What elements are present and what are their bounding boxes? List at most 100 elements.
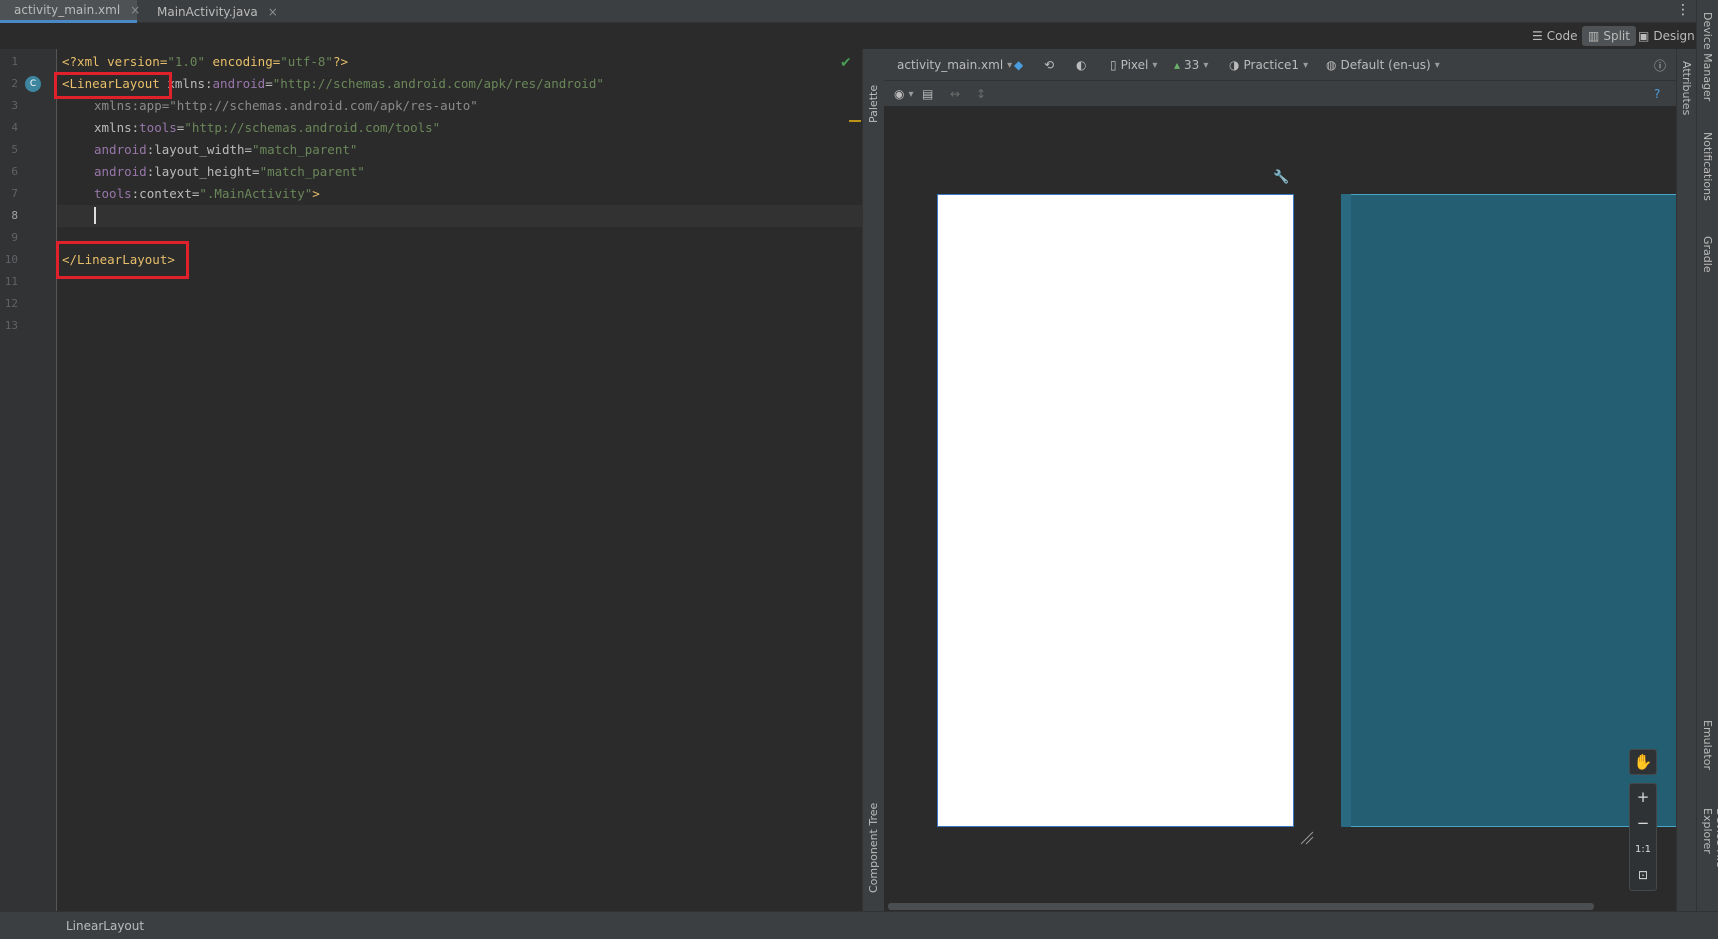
component-tree-tab[interactable]: Component Tree <box>867 793 880 893</box>
code-mode-button[interactable]: ☰ Code <box>1526 26 1584 46</box>
theme-selector[interactable]: ◑ Practice1 ▾ <box>1229 56 1308 74</box>
blueprint-toggle[interactable]: ▤ <box>922 85 933 103</box>
chevron-down-icon: ▾ <box>1203 59 1209 71</box>
vertical-arrows-icon: ↕ <box>976 87 987 101</box>
split-mode-label: Split <box>1603 29 1630 43</box>
code-line-7: tools:context=".MainActivity"> <box>94 186 320 201</box>
theme-icon: ◑ <box>1229 58 1240 72</box>
locale-selector[interactable]: ◍ Default (en-us) ▾ <box>1326 56 1440 74</box>
design-mode-button[interactable]: ▣ Design <box>1632 26 1701 46</box>
design-left-strip: Palette Component Tree <box>862 49 884 911</box>
line-number: 13 <box>4 319 18 332</box>
night-mode-button[interactable]: ◐ <box>1076 56 1086 74</box>
api-label: 33 <box>1184 58 1200 72</box>
close-icon[interactable]: × <box>130 3 140 17</box>
help-icon: ? <box>1654 87 1661 101</box>
close-icon[interactable]: × <box>268 5 278 19</box>
theme-label: Practice1 <box>1243 58 1300 72</box>
pan-button[interactable]: ✋ <box>1629 749 1657 775</box>
gradle-tab[interactable]: Gradle <box>1701 236 1714 286</box>
line-number: 6 <box>11 165 18 178</box>
highlight-box-opening-tag <box>54 72 172 99</box>
device-manager-tab[interactable]: Device Manager <box>1701 12 1714 112</box>
help-button[interactable]: ? <box>1654 85 1660 103</box>
grid-icon: ▤ <box>922 87 934 101</box>
layers-button[interactable]: ◆ <box>1014 56 1023 74</box>
line-number: 12 <box>4 297 18 310</box>
warning-stripe <box>849 120 861 122</box>
chevron-down-icon: ▾ <box>1152 59 1158 71</box>
zoom-one-to-one-button[interactable]: 1:1 <box>1630 836 1656 862</box>
device-file-explorer-tab[interactable]: Device File Explorer <box>1701 808 1718 908</box>
view-mode-bar: ☰ Code ▥ Split ▣ Design <box>0 23 1700 49</box>
line-number: 11 <box>4 275 18 288</box>
view-options-button[interactable]: ◉ ▾ <box>894 85 914 103</box>
line-number: 8 <box>11 209 18 222</box>
design-preview[interactable] <box>937 194 1294 827</box>
line-number: 4 <box>11 121 18 134</box>
more-options-icon[interactable]: ⋮ <box>1676 2 1690 18</box>
breadcrumb[interactable]: LinearLayout <box>66 919 144 933</box>
layers-icon: ◆ <box>1014 58 1024 72</box>
class-gutter-icon[interactable]: C <box>25 76 41 92</box>
tab-mainactivity-java[interactable]: MainActivity.java × <box>143 0 283 23</box>
design-toolbar: activity_main.xml ▾ ◆ ⟲ ◐ ▯ Pixel ▾ ▴ 33 ▾ ◑ P… <box>884 49 1676 81</box>
code-line-5: android:layout_width="match_parent" <box>94 142 358 157</box>
status-bar: LinearLayout <box>0 911 1718 939</box>
split-icon: ▥ <box>1588 29 1600 43</box>
resize-handle-icon[interactable] <box>1299 830 1315 846</box>
api-selector[interactable]: ▴ 33 ▾ <box>1174 56 1208 74</box>
editor-tab-bar: activity_main.xml × MainActivity.java × … <box>0 0 1718 23</box>
line-gutter <box>0 49 57 911</box>
phone-icon: ▯ <box>1110 58 1117 72</box>
locale-label: Default (en-us) <box>1340 58 1431 72</box>
design-sub-toolbar: ◉ ▾ ▤ ↔ ↕ ? <box>884 81 1676 107</box>
issues-button[interactable]: ⓘ <box>1654 56 1666 74</box>
chevron-down-icon: ▾ <box>1434 59 1440 71</box>
vertical-constraint-button[interactable]: ↕ <box>976 85 986 103</box>
current-line-highlight <box>57 205 862 227</box>
line-number: 2 <box>11 77 18 90</box>
zoom-group: + − 1:1 ⊡ <box>1629 783 1657 891</box>
moon-icon: ◐ <box>1076 58 1087 72</box>
tool-window-strip: Device Manager Notifications Gradle Emul… <box>1696 0 1718 911</box>
blueprint-edge <box>1341 194 1351 827</box>
globe-icon: ◍ <box>1326 58 1337 72</box>
zoom-to-fit-button[interactable]: ⊡ <box>1630 862 1656 888</box>
tab-label: MainActivity.java <box>157 4 258 19</box>
text-cursor <box>94 207 96 224</box>
notifications-tab[interactable]: Notifications <box>1701 132 1714 212</box>
file-selector-label: activity_main.xml <box>897 58 1004 72</box>
image-icon: ▣ <box>1638 29 1650 43</box>
line-number: 7 <box>11 187 18 200</box>
line-number: 10 <box>4 253 18 266</box>
attributes-strip: Attributes <box>1676 49 1696 911</box>
android-icon: ▴ <box>1174 58 1181 72</box>
code-line-3: xmlns:app="http://schemas.android.com/ap… <box>94 98 478 113</box>
zoom-in-button[interactable]: + <box>1630 784 1656 810</box>
rotate-icon: ⟲ <box>1044 58 1055 72</box>
device-label: Pixel <box>1120 58 1149 72</box>
orientation-button[interactable]: ⟲ <box>1044 56 1054 74</box>
wrench-icon[interactable]: 🔧 <box>1273 170 1289 185</box>
file-selector[interactable]: activity_main.xml ▾ <box>897 56 1012 74</box>
code-line-6: android:layout_height="match_parent" <box>94 164 365 179</box>
palette-tab[interactable]: Palette <box>867 63 880 123</box>
device-selector[interactable]: ▯ Pixel ▾ <box>1110 56 1157 74</box>
line-number: 5 <box>11 143 18 156</box>
emulator-tab[interactable]: Emulator <box>1701 720 1714 780</box>
horizontal-constraint-button[interactable]: ↔ <box>950 85 960 103</box>
lines-icon: ☰ <box>1532 29 1543 43</box>
eye-icon: ◉ <box>894 87 905 101</box>
attributes-tab[interactable]: Attributes <box>1680 61 1693 141</box>
line-number: 9 <box>11 231 18 244</box>
hand-icon: ✋ <box>1633 753 1653 771</box>
design-mode-label: Design <box>1653 29 1695 43</box>
highlight-box-closing-tag <box>56 241 189 279</box>
horizontal-scrollbar[interactable] <box>888 903 1594 910</box>
zoom-out-button[interactable]: − <box>1630 810 1656 836</box>
split-mode-button[interactable]: ▥ Split <box>1582 26 1636 46</box>
line-number: 3 <box>11 99 18 112</box>
blueprint-preview[interactable] <box>1341 194 1676 827</box>
tab-activity-main-xml[interactable]: activity_main.xml × <box>0 0 140 23</box>
